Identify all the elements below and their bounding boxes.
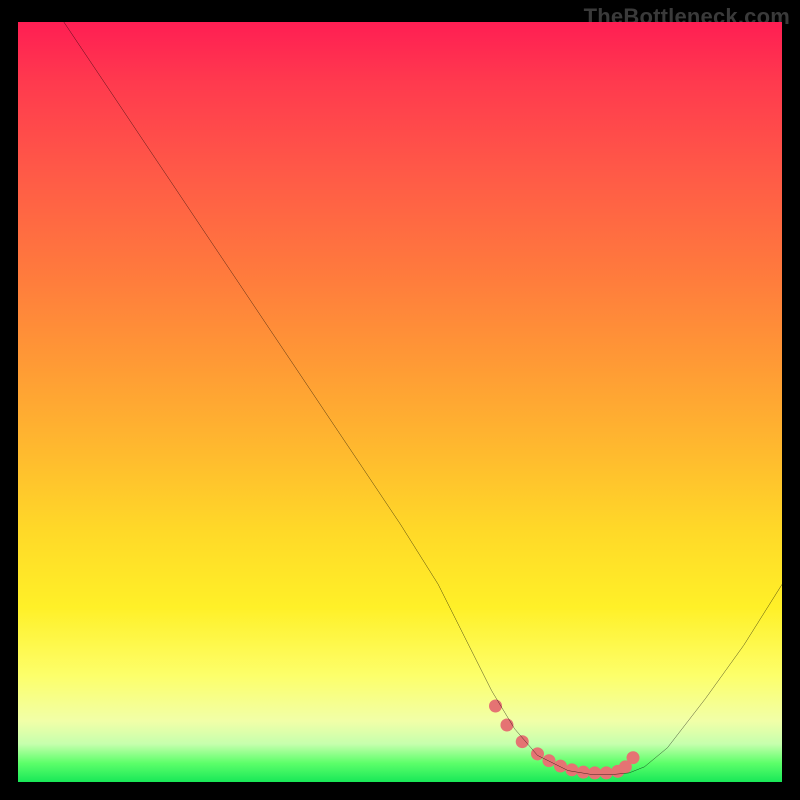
highlight-dots-group bbox=[489, 700, 640, 780]
highlight-dot bbox=[516, 735, 529, 748]
chart-stage: TheBottleneck.com bbox=[0, 0, 800, 800]
highlight-dot bbox=[542, 754, 555, 767]
highlight-dot bbox=[489, 700, 502, 713]
highlight-dot bbox=[554, 760, 567, 773]
main-curve bbox=[64, 22, 782, 774]
highlight-dot bbox=[565, 763, 578, 776]
plot-area bbox=[18, 22, 782, 782]
highlight-dot bbox=[588, 766, 601, 779]
highlight-dot bbox=[577, 766, 590, 779]
curve-layer bbox=[18, 22, 782, 782]
highlight-dot bbox=[500, 719, 513, 732]
highlight-dot bbox=[600, 766, 613, 779]
highlight-dot bbox=[531, 747, 544, 760]
highlight-dot bbox=[627, 751, 640, 764]
